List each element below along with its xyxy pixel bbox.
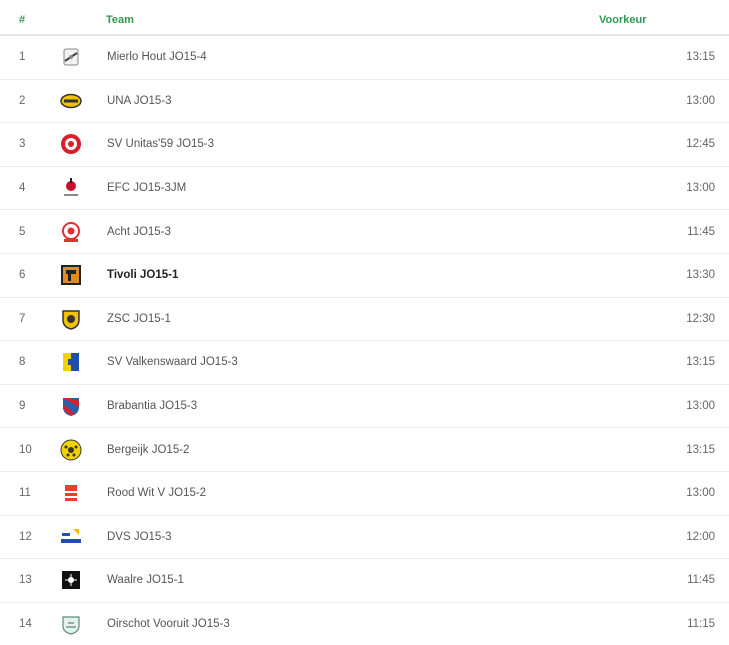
preferred-time: 12:45 [686,138,715,151]
acht-logo-icon [60,221,82,243]
header-team[interactable]: Team [106,14,134,26]
rank: 7 [19,312,26,325]
table-row[interactable]: 11 Rood Wit V JO15-2 13:00 [0,472,729,516]
rank: 1 [19,51,26,64]
rood-wit-logo-icon [60,482,82,504]
waalre-logo-icon [60,569,82,591]
table-row[interactable]: 3 SV Unitas'59 JO15-3 12:45 [0,123,729,167]
table-row[interactable]: 2 UNA JO15-3 13:00 [0,80,729,124]
rank: 6 [19,269,26,282]
brabantia-logo-icon [60,395,82,417]
rank: 11 [19,487,31,500]
table-row[interactable]: 12 DVS JO15-3 12:00 [0,516,729,560]
efc-logo-icon [60,177,82,199]
team-name[interactable]: Bergeijk JO15-2 [107,444,189,456]
tivoli-logo-icon [60,264,82,286]
valkenswaard-logo-icon [60,351,82,373]
header-rank: # [19,14,26,26]
table-row[interactable]: 6 Tivoli JO15-1 13:30 [0,254,729,298]
table-row[interactable]: 4 EFC JO15-3JM 13:00 [0,167,729,211]
mierlo-hout-logo-icon [60,46,82,68]
team-name[interactable]: SV Valkenswaard JO15-3 [107,356,238,368]
table-header: # Team Voorkeur [0,0,729,36]
preferred-time: 13:15 [686,51,715,64]
dvs-logo-icon [60,526,82,548]
table-row[interactable]: 5 Acht JO15-3 11:45 [0,210,729,254]
table-row[interactable]: 13 Waalre JO15-1 11:45 [0,559,729,603]
team-name[interactable]: Waalre JO15-1 [107,574,184,586]
preferred-time: 13:00 [686,400,715,413]
una-logo-icon [60,90,82,112]
preferred-time: 11:45 [687,225,715,238]
preferred-time: 11:15 [687,618,715,631]
team-name[interactable]: ZSC JO15-1 [107,313,171,325]
rank: 4 [19,182,26,195]
rank: 3 [19,138,26,151]
rank: 9 [19,400,26,413]
zsc-logo-icon [60,308,82,330]
table-row[interactable]: 7 ZSC JO15-1 12:30 [0,298,729,342]
oirschot-logo-icon [60,613,82,635]
team-name[interactable]: UNA JO15-3 [107,95,172,107]
team-name[interactable]: Mierlo Hout JO15-4 [107,51,207,63]
rank: 5 [19,225,26,238]
preferred-time: 13:00 [686,94,715,107]
rank: 14 [19,618,32,631]
table-row[interactable]: 8 SV Valkenswaard JO15-3 13:15 [0,341,729,385]
header-preference[interactable]: Voorkeur [599,14,646,26]
team-name[interactable]: Oirschot Vooruit JO15-3 [107,618,230,630]
table-row[interactable]: 9 Brabantia JO15-3 13:00 [0,385,729,429]
rank: 2 [19,94,26,107]
preferred-time: 11:45 [687,574,715,587]
preferred-time: 13:30 [686,269,715,282]
team-preference-table: # Team Voorkeur 1 Mierlo Hout JO15-4 13:… [0,0,729,645]
unitas-logo-icon [60,133,82,155]
team-name[interactable]: Brabantia JO15-3 [107,400,197,412]
rank: 8 [19,356,26,369]
preferred-time: 12:30 [686,312,715,325]
preferred-time: 13:15 [686,356,715,369]
preferred-time: 13:15 [686,443,715,456]
table-row[interactable]: 14 Oirschot Vooruit JO15-3 11:15 [0,603,729,645]
rank: 10 [19,443,32,456]
rank: 12 [19,530,32,543]
team-name[interactable]: SV Unitas'59 JO15-3 [107,138,214,150]
team-name[interactable]: Tivoli JO15-1 [107,269,178,281]
table-row[interactable]: 10 Bergeijk JO15-2 13:15 [0,428,729,472]
team-name[interactable]: Acht JO15-3 [107,226,171,238]
preferred-time: 13:00 [686,487,715,500]
team-name[interactable]: EFC JO15-3JM [107,182,186,194]
rank: 13 [19,574,32,587]
table-row[interactable]: 1 Mierlo Hout JO15-4 13:15 [0,36,729,80]
bergeijk-logo-icon [60,439,82,461]
preferred-time: 13:00 [686,182,715,195]
preferred-time: 12:00 [686,530,715,543]
team-name[interactable]: DVS JO15-3 [107,531,172,543]
team-name[interactable]: Rood Wit V JO15-2 [107,487,206,499]
